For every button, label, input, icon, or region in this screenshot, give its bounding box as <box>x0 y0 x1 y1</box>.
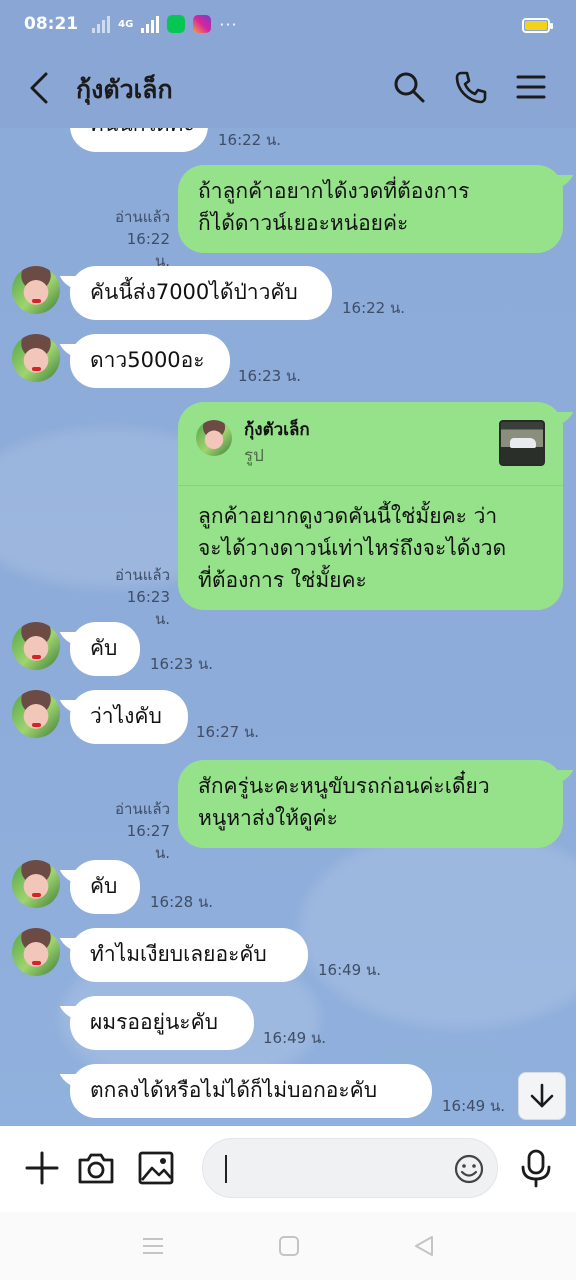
message-input-field[interactable] <box>202 1138 498 1198</box>
reply-sender-name: กุ้งตัวเล็ก <box>244 420 310 440</box>
overflow-dots: ··· <box>219 14 238 34</box>
message-time: 16:22 น. <box>218 131 282 149</box>
chat-area[interactable]: คันนี้ก็ได้ค่ะ 16:22 น. อ่านแล้ว 16:22 น… <box>0 128 576 1126</box>
message-text: ผมรออยู่นะคับ <box>90 1010 218 1034</box>
message-text: คับ <box>90 874 118 898</box>
message-time: 16:28 น. <box>150 893 214 911</box>
plus-icon[interactable] <box>22 1148 62 1188</box>
message-bubble-incoming[interactable]: ตกลงได้หรือไม่ได้ก็ไม่บอกอะคับ <box>70 1064 432 1118</box>
reply-message-bubble[interactable]: กุ้งตัวเล็ก รูป ลูกค้าอยากดูงวดคันนี้ใช่… <box>178 402 563 610</box>
chat-header: กุ้งตัวเล็ก <box>0 48 576 128</box>
message-time: 16:27 น. <box>126 822 170 862</box>
message-bubble-incoming[interactable]: ดาว5000อะ <box>70 334 230 388</box>
reply-preview[interactable]: กุ้งตัวเล็ก รูป <box>178 402 563 486</box>
message-time: 16:23 น. <box>150 655 214 673</box>
message-text-line: ถ้าลูกค้าอยากได้งวดที่ต้องการ <box>198 179 470 203</box>
message-bubble-incoming[interactable]: ทำไมเงียบเลยอะคับ <box>70 928 308 982</box>
message-meta: อ่านแล้ว 16:27 น. <box>108 798 170 864</box>
message-input-bar <box>0 1126 576 1212</box>
reply-avatar <box>196 420 232 456</box>
message-time: 16:49 น. <box>263 1029 327 1047</box>
message-text: ตกลงได้หรือไม่ได้ก็ไม่บอกอะคับ <box>90 1078 378 1102</box>
read-receipt: อ่านแล้ว <box>115 566 170 584</box>
instagram-icon <box>193 15 212 33</box>
message-input[interactable] <box>231 1149 431 1189</box>
image-icon[interactable] <box>136 1148 176 1188</box>
contact-avatar[interactable] <box>12 928 60 976</box>
contact-avatar[interactable] <box>12 690 60 738</box>
message-bubble-incoming[interactable]: ผมรออยู่นะคับ <box>70 996 254 1050</box>
status-time: 08:21 <box>24 14 79 34</box>
message-time: 16:27 น. <box>196 723 260 741</box>
contact-avatar[interactable] <box>12 266 60 314</box>
message-bubble-incoming[interactable]: คับ <box>70 860 140 914</box>
recent-apps-icon[interactable] <box>140 1234 166 1258</box>
message-text: ทำไมเงียบเลยอะคับ <box>90 942 267 966</box>
message-text-line: ลูกค้าอยากดูงวดคันนี้ใช่มั้ยคะ ว่า <box>198 504 498 528</box>
back-icon[interactable] <box>26 70 56 106</box>
read-receipt: อ่านแล้ว <box>115 208 170 226</box>
message-time: 16:49 น. <box>318 961 382 979</box>
message-text: ว่าไงคับ <box>90 704 162 728</box>
text-caret <box>225 1155 227 1183</box>
message-bubble-incoming[interactable]: คันนี้ก็ได้ค่ะ <box>70 128 208 152</box>
message-meta: อ่านแล้ว 16:23 น. <box>108 564 170 630</box>
message-text: ดาว5000อะ <box>90 348 205 372</box>
message-text-line: ก็ได้ดาวน์เยอะหน่อยค่ะ <box>198 211 409 235</box>
search-icon[interactable] <box>392 70 426 104</box>
contact-avatar[interactable] <box>12 860 60 908</box>
message-bubble-outgoing[interactable]: สักครู่นะคะหนูขับรถก่อนค่ะเดี๋ยว หนูหาส่… <box>178 760 563 848</box>
message-text-line: สักครู่นะคะหนูขับรถก่อนค่ะเดี๋ยว <box>198 774 490 798</box>
contact-avatar[interactable] <box>12 334 60 382</box>
battery-icon <box>522 18 553 33</box>
message-meta: อ่านแล้ว 16:22 น. <box>108 206 170 272</box>
status-bar: 08:21 4G ··· <box>0 0 576 48</box>
message-text: คันนี้ก็ได้ค่ะ <box>90 128 195 136</box>
arrow-down-icon <box>530 1083 554 1108</box>
line-icon <box>167 15 186 33</box>
menu-icon[interactable] <box>514 70 548 104</box>
message-bubble-incoming[interactable]: ว่าไงคับ <box>70 690 188 744</box>
message-time: 16:23 น. <box>238 367 302 385</box>
message-text: ลูกค้าอยากดูงวดคันนี้ใช่มั้ยคะ ว่า จะได้… <box>198 500 548 596</box>
contact-avatar[interactable] <box>12 622 60 670</box>
message-bubble-incoming[interactable]: คับ <box>70 622 140 676</box>
message-time: 16:22 น. <box>342 299 406 317</box>
signal-icon-sim1 <box>92 15 111 33</box>
message-bubble-outgoing[interactable]: ถ้าลูกค้าอยากได้งวดที่ต้องการ ก็ได้ดาวน์… <box>178 165 563 253</box>
camera-icon[interactable] <box>76 1148 116 1188</box>
message-text-line: หนูหาส่งให้ดูค่ะ <box>198 806 338 830</box>
message-text-line: จะได้วางดาวน์เท่าไหร่ถึงจะได้งวด <box>198 536 507 560</box>
message-text: คันนี้ส่ง7000ได้ป่าวคับ <box>90 280 298 304</box>
microphone-icon[interactable] <box>516 1148 556 1188</box>
message-text: คับ <box>90 636 118 660</box>
reply-content-type: รูป <box>244 446 264 466</box>
reply-image-thumbnail[interactable] <box>499 420 545 466</box>
home-icon[interactable] <box>276 1234 302 1258</box>
back-nav-icon[interactable] <box>412 1234 438 1258</box>
network-type: 4G <box>118 18 134 30</box>
message-time: 16:49 น. <box>442 1097 506 1115</box>
message-text-line: ที่ต้องการ ใช่มั้ยคะ <box>198 568 367 592</box>
phone-icon[interactable] <box>454 70 488 104</box>
emoji-icon[interactable] <box>453 1153 485 1185</box>
signal-icon-sim2 <box>141 15 160 33</box>
read-receipt: อ่านแล้ว <box>115 800 170 818</box>
status-icons: 4G ··· <box>92 15 237 34</box>
chat-title[interactable]: กุ้งตัวเล็ก <box>76 70 173 110</box>
bg-cloud <box>300 828 576 1028</box>
message-bubble-incoming[interactable]: คันนี้ส่ง7000ได้ป่าวคับ <box>70 266 332 320</box>
system-nav-bar <box>0 1212 576 1280</box>
scroll-to-bottom-button[interactable] <box>518 1072 566 1120</box>
